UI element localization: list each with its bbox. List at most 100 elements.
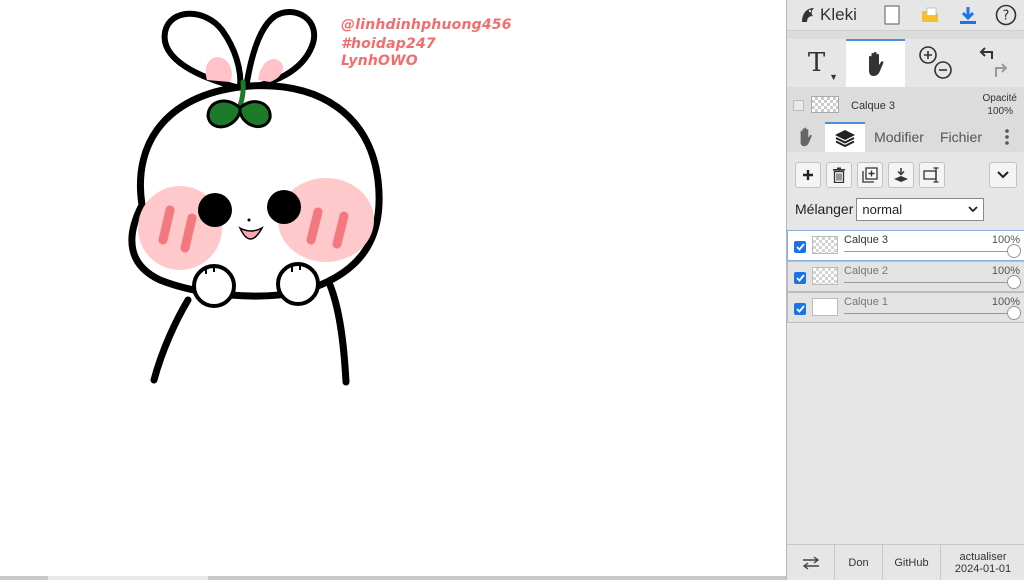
github-link[interactable]: GitHub [883, 545, 941, 580]
layer-opacity-slider[interactable] [1007, 244, 1021, 258]
opacity-value: 100% [987, 106, 1013, 117]
merge-down-icon [894, 168, 908, 182]
tab-modify[interactable]: Modifier [865, 122, 933, 152]
tab-layers[interactable] [825, 122, 865, 152]
layer-name: Calque 1 [844, 296, 889, 308]
scrollbar-thumb[interactable] [48, 576, 208, 580]
current-layer-checkbox [793, 100, 804, 111]
hand-tool-button[interactable] [846, 39, 905, 87]
panel-tabs: Modifier Fichier [787, 122, 1024, 152]
tab-hand[interactable] [787, 122, 825, 152]
check-icon [795, 274, 805, 282]
check-icon [795, 305, 805, 313]
update-button[interactable]: actualiser 2024-01-01 [941, 545, 1024, 580]
right-eye [267, 190, 301, 224]
layer-toolbar [795, 162, 945, 188]
layer-visibility-checkbox[interactable] [794, 241, 806, 253]
hand-tool-icon [800, 127, 812, 147]
rename-icon [923, 167, 939, 183]
layer-opacity-track [844, 313, 1016, 314]
add-layer-button[interactable] [795, 162, 821, 188]
hand-tool-icon [868, 51, 883, 76]
layer-thumbnail [812, 267, 838, 285]
blend-mode-row: Mélanger normal [795, 197, 985, 221]
layer-opacity-track [844, 282, 1016, 283]
horizontal-scrollbar[interactable] [0, 576, 786, 580]
open-folder-icon [922, 7, 938, 22]
update-date: 2024-01-01 [954, 563, 1012, 575]
watermark-line-3: LynhOWO [341, 53, 418, 69]
update-label: actualiser [959, 551, 1007, 563]
redo-icon [994, 63, 1007, 77]
delete-layer-button[interactable] [826, 162, 852, 188]
duplicate-layer-button[interactable] [857, 162, 883, 188]
zoom-in-icon [918, 46, 937, 64]
layer-row-calque-3[interactable]: Calque 3 100% [787, 230, 1024, 261]
text-tool-button[interactable]: T ▼ [787, 39, 846, 87]
open-button[interactable] [911, 0, 949, 31]
kleki-bird-icon [802, 8, 814, 22]
blend-mode-label: Mélanger [795, 201, 854, 217]
more-menu-button[interactable] [989, 122, 1024, 152]
swap-sidebar-button[interactable] [787, 545, 835, 580]
top-bar: Kleki ? [787, 0, 1024, 31]
zoom-buttons [905, 39, 964, 87]
more-vertical-icon [1005, 129, 1009, 145]
bunny-drawing [128, 9, 383, 386]
watermark-line-1: @linhdinhphuong456 [341, 17, 512, 33]
right-ear [242, 9, 317, 92]
layers-panel: Mélanger normal Calque 3 100% Calque 2 1… [787, 152, 1024, 544]
rename-layer-button[interactable] [919, 162, 945, 188]
save-button[interactable] [949, 0, 987, 31]
download-icon [960, 7, 976, 24]
svg-text:?: ? [1003, 9, 1010, 24]
undo-icon [979, 47, 993, 59]
body-left-line [150, 296, 192, 384]
layer-name: Calque 3 [844, 234, 889, 246]
chevron-down-icon: ▼ [829, 72, 838, 82]
layer-opacity-track [844, 251, 1016, 252]
tab-file[interactable]: Fichier [933, 122, 989, 152]
layer-opacity-slider[interactable] [1007, 275, 1021, 289]
undo-redo-buttons [964, 39, 1023, 87]
new-image-icon [884, 5, 900, 25]
new-image-button[interactable] [873, 0, 911, 31]
layer-thumbnail [812, 236, 838, 254]
help-button[interactable]: ? [987, 0, 1024, 31]
layer-row-calque-2[interactable]: Calque 2 100% [787, 261, 1024, 292]
left-eye [198, 193, 232, 227]
body-right-line [326, 281, 350, 386]
blend-mode-value: normal [862, 201, 903, 217]
sidebar: Kleki ? T ▼ Calque 3 Opacité 100% Modifi… [786, 0, 1024, 580]
duplicate-icon [862, 167, 878, 183]
layer-visibility-checkbox[interactable] [794, 303, 806, 315]
merge-down-button[interactable] [888, 162, 914, 188]
swap-arrows-icon [802, 556, 819, 570]
kleki-logo[interactable]: Kleki [787, 0, 873, 31]
watermark-line-2: #hoidap247 [341, 36, 436, 52]
drawing-canvas[interactable]: @linhdinhphuong456 #hoidap247 LynhOWO [0, 0, 786, 576]
right-paw [276, 262, 320, 306]
layer-row-calque-1[interactable]: Calque 1 100% [787, 292, 1024, 323]
current-layer-name: Calque 3 [851, 100, 896, 112]
plus-icon [803, 170, 813, 180]
layers-icon [835, 130, 855, 148]
help-circle-icon: ? [995, 4, 1017, 26]
app: @linhdinhphuong456 #hoidap247 LynhOWO Kl… [0, 0, 1024, 580]
trash-icon [833, 167, 845, 183]
zoom-out-icon [933, 61, 952, 79]
layer-name: Calque 2 [844, 265, 889, 277]
text-tool-icon: T [807, 48, 826, 78]
chevron-down-icon [968, 205, 979, 212]
chevron-down-icon [997, 171, 1009, 179]
tool-row: T ▼ [787, 39, 1024, 87]
layer-opacity-slider[interactable] [1007, 306, 1021, 320]
current-layer-info: Calque 3 Opacité 100% [787, 90, 1024, 120]
current-layer-thumbnail [811, 96, 839, 113]
donate-button[interactable]: Don [835, 545, 883, 580]
sidebar-footer: Don GitHub actualiser 2024-01-01 [787, 544, 1024, 580]
blend-mode-select[interactable]: normal [856, 197, 985, 221]
layer-visibility-checkbox[interactable] [794, 272, 806, 284]
collapse-layers-button[interactable] [989, 162, 1017, 188]
check-icon [795, 243, 805, 251]
